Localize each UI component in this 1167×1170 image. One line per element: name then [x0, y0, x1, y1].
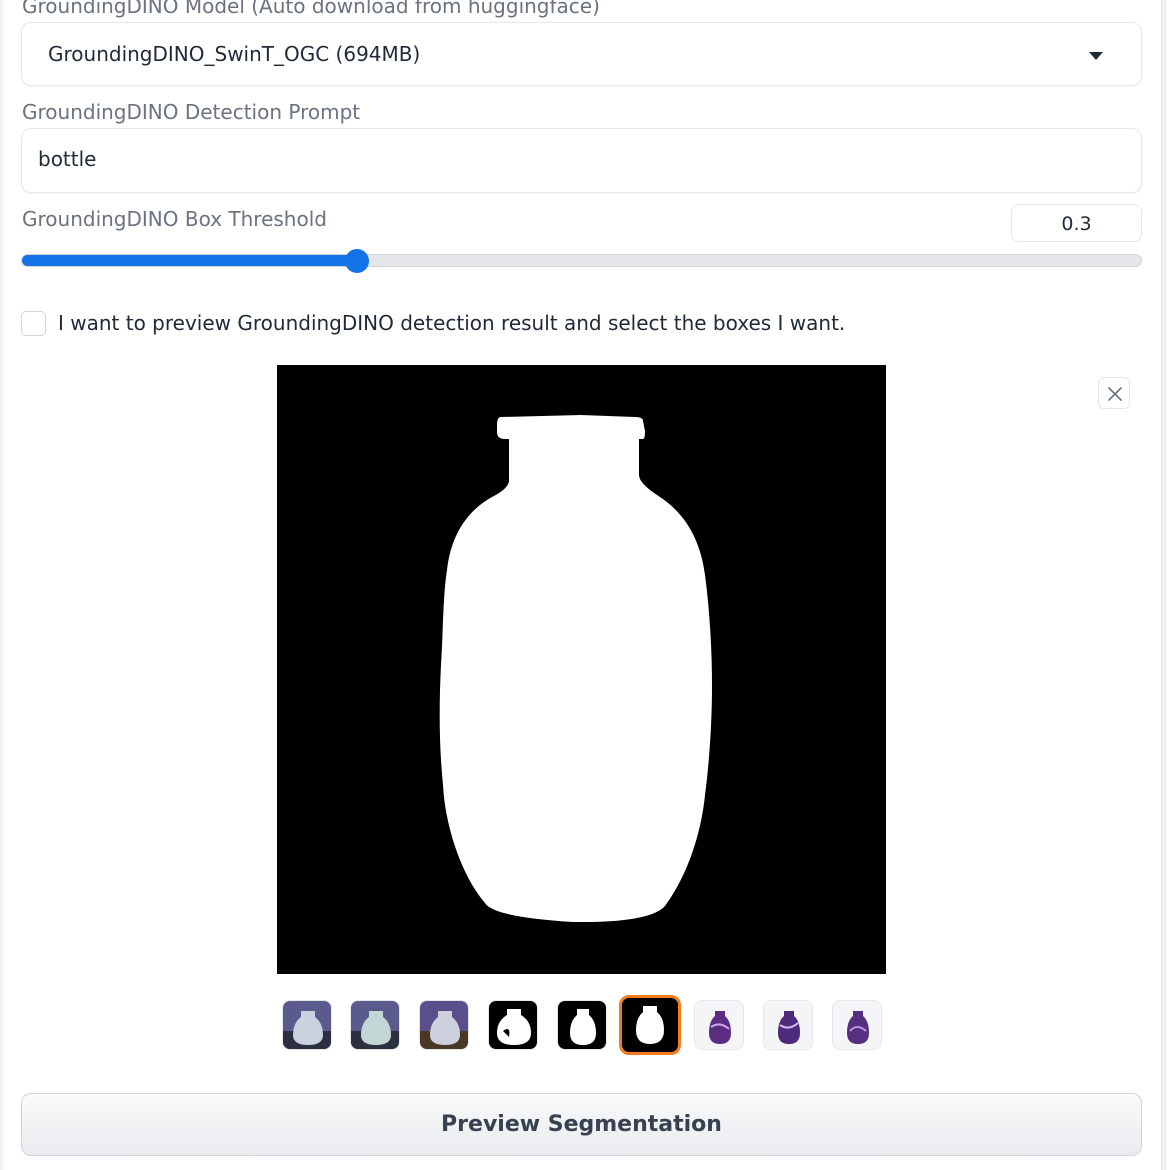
chevron-down-icon[interactable] [1089, 52, 1103, 60]
detection-prompt-label: GroundingDINO Detection Prompt [22, 100, 361, 124]
close-gallery-button[interactable] [1098, 377, 1130, 409]
detection-prompt-field[interactable] [21, 128, 1142, 193]
gallery-thumbnails [282, 995, 882, 1055]
gallery-thumbnail[interactable] [350, 1000, 400, 1050]
box-threshold-slider[interactable] [21, 254, 1142, 267]
box-threshold-number-input[interactable]: 0.3 [1011, 204, 1142, 242]
detection-prompt-input[interactable] [38, 147, 1118, 171]
preview-segmentation-button[interactable]: Preview Segmentation [21, 1093, 1142, 1156]
segmentation-mask-image [277, 365, 886, 974]
gallery-thumbnail[interactable] [419, 1000, 469, 1050]
model-dropdown-value: GroundingDINO_SwinT_OGC (694MB) [48, 42, 421, 66]
right-scrollbar[interactable] [1161, 0, 1167, 1170]
model-dropdown[interactable]: GroundingDINO_SwinT_OGC (694MB) [21, 22, 1142, 86]
gallery-thumbnail[interactable] [282, 1000, 332, 1050]
gallery-thumbnail[interactable] [488, 1000, 538, 1050]
box-threshold-slider-handle[interactable] [345, 249, 370, 273]
preview-detection-checkbox[interactable] [21, 311, 46, 336]
gallery-thumbnail[interactable] [694, 1000, 744, 1050]
gallery-thumbnail[interactable] [557, 1000, 607, 1050]
gallery-thumbnail[interactable] [832, 1000, 882, 1050]
close-icon [1108, 387, 1122, 401]
left-border [0, 0, 3, 1170]
bottle-mask-shape [277, 365, 886, 974]
model-dropdown-label: GroundingDINO Model (Auto download from … [22, 0, 600, 18]
segmentation-gallery [21, 356, 1142, 986]
gallery-thumbnail[interactable] [763, 1000, 813, 1050]
gallery-thumbnail-selected[interactable] [619, 995, 681, 1055]
preview-detection-checkbox-label[interactable]: I want to preview GroundingDINO detectio… [58, 311, 845, 335]
box-threshold-label: GroundingDINO Box Threshold [22, 207, 327, 231]
box-threshold-slider-fill [22, 255, 359, 266]
